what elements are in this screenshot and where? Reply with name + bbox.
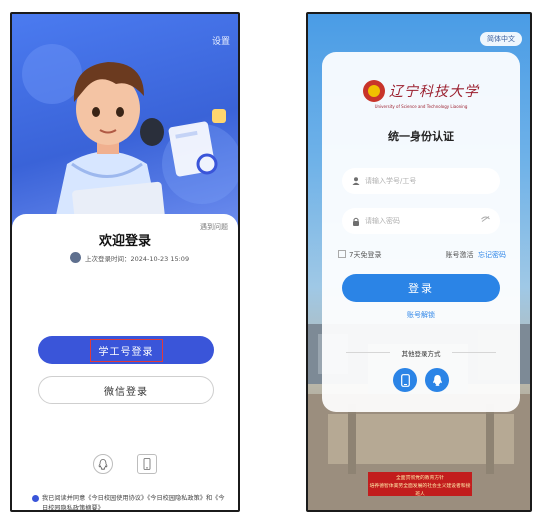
login-sheet: 遇到问题 欢迎登录 上次登录时间：2024-10-23 15:09 学工号登录 … <box>12 214 238 512</box>
qq-login-icon[interactable] <box>425 368 449 392</box>
student-id-login-label: 学工号登录 <box>89 338 163 362</box>
university-seal-icon <box>363 80 385 102</box>
right-phone-screen: 简体中文 辽宁科技大学 University of Science and Te… <box>306 12 532 512</box>
language-selector[interactable]: 简体中文 <box>480 32 522 46</box>
remember-checkbox[interactable] <box>338 250 346 258</box>
forgot-password-link[interactable]: 忘记密码 <box>478 251 506 259</box>
eye-off-icon[interactable] <box>481 216 490 222</box>
hero-banner: 设置 <box>12 14 238 234</box>
avatar <box>70 252 81 263</box>
student-id-login-button[interactable]: 学工号登录 <box>38 336 214 364</box>
other-login-icons <box>322 368 520 392</box>
login-options-row: 7天免登录 账号激活 忘记密码 <box>338 250 506 260</box>
username-placeholder: 请输入学号/工号 <box>365 177 417 185</box>
banner-line-2: 培养德智体美劳全面发展的社会主义建设者和接班人 <box>369 484 471 497</box>
wechat-login-button[interactable]: 微信登录 <box>38 376 214 404</box>
remember-option[interactable]: 7天免登录 <box>338 250 381 260</box>
activate-account-link[interactable]: 账号激活 <box>446 251 474 259</box>
left-phone-screen: 设置 遇到问题 欢迎登录 上次登录时间：2024-10-23 15:09 学工号… <box>10 12 240 512</box>
remember-label: 7天免登录 <box>349 251 382 259</box>
qq-icon[interactable] <box>93 454 113 474</box>
agreement-text: 我已阅读并同意《今日校园使用协议》《今日校园隐私政策》和《今日校园隐私政策摘要》 <box>42 495 225 512</box>
password-placeholder: 请输入密码 <box>365 217 400 225</box>
auth-title: 统一身份认证 <box>388 130 454 143</box>
login-button[interactable]: 登录 <box>342 274 500 302</box>
user-icon <box>352 177 360 185</box>
lock-icon <box>353 217 359 226</box>
password-input[interactable]: 请输入密码 <box>342 208 500 234</box>
last-login-row: 上次登录时间：2024-10-23 15:09 <box>70 252 189 263</box>
username-input[interactable]: 请输入学号/工号 <box>342 168 500 194</box>
login-card: 辽宁科技大学 University of Science and Technol… <box>322 52 520 412</box>
student-illustration <box>22 44 238 234</box>
other-methods-title: 其他登录方式 <box>401 350 441 358</box>
last-login-text: 上次登录时间：2024-10-23 15:09 <box>85 254 190 263</box>
banner-line-1: 全面贯彻党的教育方针 <box>396 476 444 481</box>
university-name: 辽宁科技大学 <box>389 84 479 100</box>
campus-banner: 全面贯彻党的教育方针 培养德智体美劳全面发展的社会主义建设者和接班人 <box>368 472 472 497</box>
mobile-login-icon[interactable] <box>393 368 417 392</box>
phone-icon[interactable] <box>137 454 157 474</box>
university-english-name: University of Science and Technology Lia… <box>374 104 468 109</box>
welcome-title: 欢迎登录 <box>98 234 151 249</box>
university-logo: 辽宁科技大学 <box>322 80 520 102</box>
agreement-checkbox[interactable] <box>32 495 39 502</box>
divider-right <box>452 352 496 353</box>
unlock-account-link[interactable]: 账号解锁 <box>322 310 520 320</box>
agreement-row: 我已阅读并同意《今日校园使用协议》《今日校园隐私政策》和《今日校园隐私政策摘要》 <box>32 494 230 512</box>
third-party-login-row <box>12 454 238 474</box>
settings-link[interactable]: 设置 <box>212 34 230 47</box>
